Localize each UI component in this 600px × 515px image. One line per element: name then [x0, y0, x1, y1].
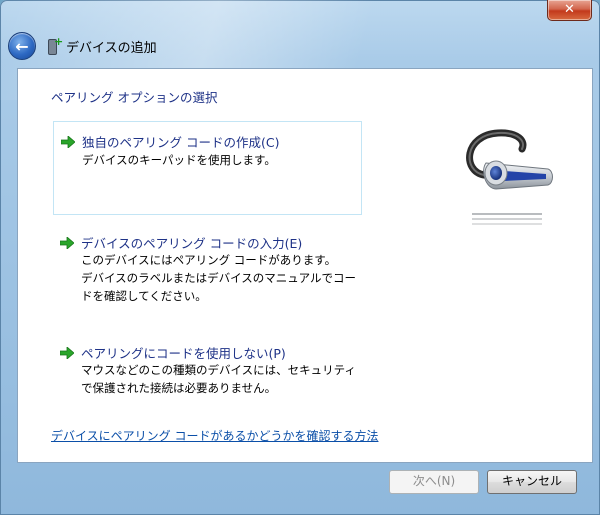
option-title: ペアリングにコードを使用しない(P)	[81, 346, 286, 361]
option-description: デバイスのキーパッドを使用します。	[82, 153, 276, 167]
option-title: 独自のペアリング コードの作成(C)	[82, 135, 280, 150]
window-title: デバイスの追加	[66, 40, 157, 56]
help-link-pairing-code[interactable]: デバイスにペアリング コードがあるかどうかを確認する方法	[51, 427, 378, 444]
green-arrow-icon	[60, 347, 74, 359]
back-button[interactable]: ←	[8, 32, 36, 60]
option-description: このデバイスにはペアリング コードがあります。 デバイスのラベルまたはデバイスの…	[81, 253, 356, 303]
green-arrow-icon	[60, 237, 74, 249]
option-create-code[interactable]: 独自のペアリング コードの作成(C) デバイスのキーパッドを使用します。	[53, 121, 362, 215]
green-arrow-icon	[61, 136, 75, 148]
dialog-window: ✕ ← + デバイスの追加 ペアリング オプションの選択 独自のペアリング コー…	[0, 0, 600, 515]
title-bar: ← + デバイスの追加	[8, 32, 568, 60]
page-heading: ペアリング オプションの選択	[51, 90, 218, 105]
headset-icon	[456, 127, 566, 227]
close-button[interactable]: ✕	[547, 0, 592, 21]
cancel-button[interactable]: キャンセル	[487, 470, 577, 494]
back-arrow-icon: ←	[15, 36, 29, 56]
option-description: マウスなどのこの種類のデバイスには、セキュリティ で保護された接続は必要ありませ…	[81, 363, 356, 395]
device-add-icon: +	[48, 35, 63, 55]
option-title: デバイスのペアリング コードの入力(E)	[81, 236, 303, 251]
next-button[interactable]: 次へ(N)	[389, 470, 479, 494]
content-panel: ペアリング オプションの選択 独自のペアリング コードの作成(C) デバイスのキ…	[17, 68, 593, 463]
